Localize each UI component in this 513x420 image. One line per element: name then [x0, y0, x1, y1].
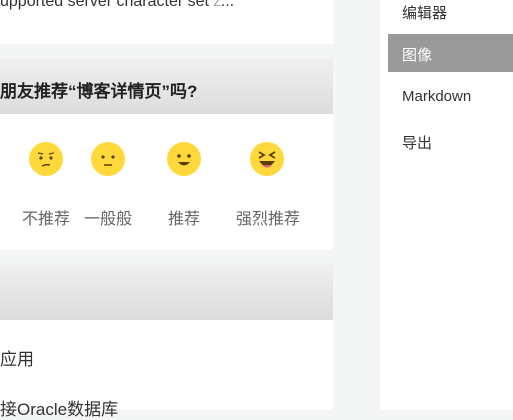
confused-face-icon[interactable]: [29, 142, 63, 176]
settings-sidebar: 编辑器 图像 Markdown 导出: [380, 0, 513, 410]
menu-item-image[interactable]: 图像: [388, 34, 513, 72]
article-snippet-text: upported server character set Z...: [0, 0, 235, 10]
list-item[interactable]: 应用: [0, 345, 34, 370]
related-header: [0, 264, 333, 320]
menu-item-markdown[interactable]: Markdown: [388, 78, 513, 116]
article-snippet-card[interactable]: upported server character set Z...: [0, 0, 333, 44]
option-label[interactable]: 一般般: [84, 205, 132, 229]
list-item[interactable]: 接Oracle数据库: [0, 395, 118, 420]
option-label[interactable]: 推荐: [168, 205, 200, 229]
laughing-face-icon[interactable]: [250, 142, 284, 176]
recommend-card: 朋友推荐“博客详情页”吗? 不推荐 一般般 推荐 强烈推荐: [0, 58, 333, 250]
rating-options: 不推荐 一般般 推荐 强烈推荐: [0, 116, 333, 236]
recommend-question: 朋友推荐“博客详情页”吗?: [0, 82, 198, 101]
option-label[interactable]: 不推荐: [22, 205, 70, 229]
menu-item-export[interactable]: 导出: [388, 122, 513, 160]
main-column: upported server character set Z... 朋友推荐“…: [0, 0, 333, 419]
recommend-header: 朋友推荐“博客详情页”吗?: [0, 58, 333, 114]
related-card: 应用 接Oracle数据库: [0, 264, 333, 419]
option-label[interactable]: 强烈推荐: [236, 205, 300, 229]
menu-item-editor[interactable]: 编辑器: [388, 0, 513, 30]
smiling-face-icon[interactable]: [167, 142, 201, 176]
neutral-face-icon[interactable]: [91, 142, 125, 176]
